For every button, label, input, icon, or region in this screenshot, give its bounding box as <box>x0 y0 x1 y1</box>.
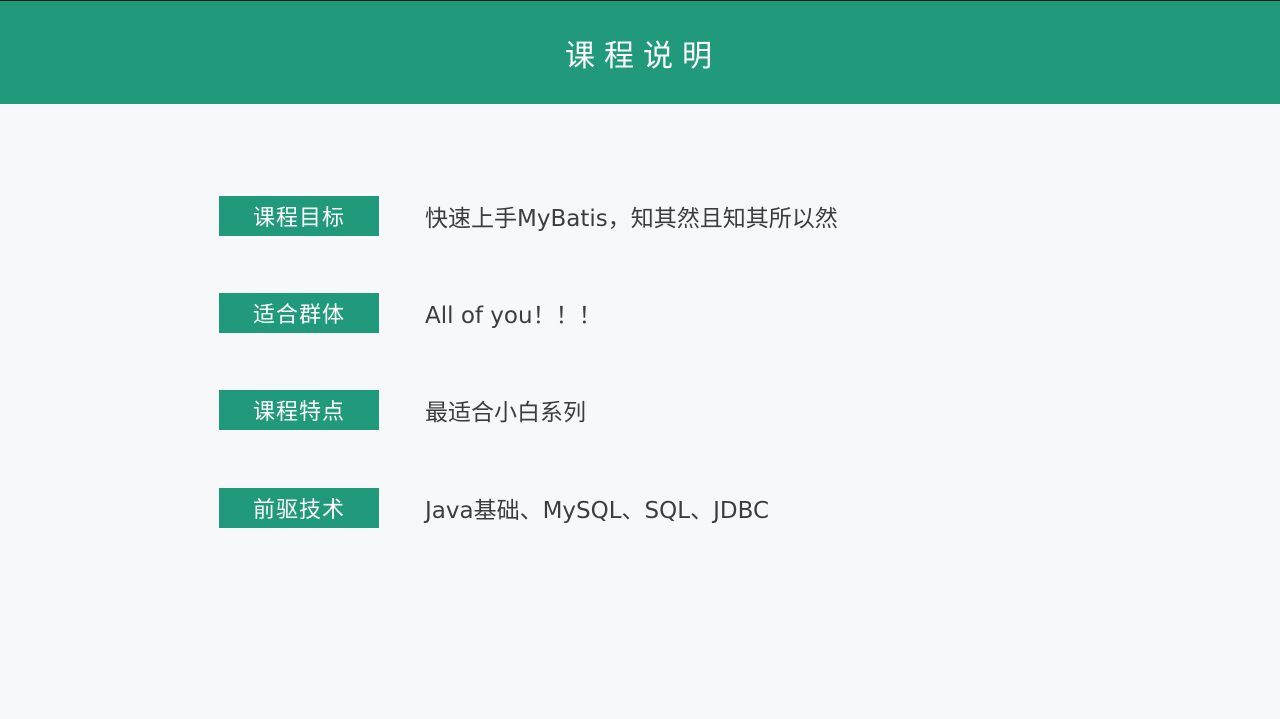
label-badge-features: 课程特点 <box>219 390 379 430</box>
slide-header: 课程说明 <box>0 1 1280 104</box>
page-title: 课程说明 <box>565 38 721 74</box>
value-text-prerequisites: Java基础、MySQL、SQL、JDBC <box>425 498 770 524</box>
value-text-features: 最适合小白系列 <box>425 400 586 426</box>
info-row-features: 课程特点 最适合小白系列 <box>219 390 586 430</box>
label-badge-audience: 适合群体 <box>219 293 379 333</box>
label-badge-goal: 课程目标 <box>219 196 379 236</box>
label-badge-prerequisites: 前驱技术 <box>219 488 379 528</box>
value-text-audience: All of you！！！ <box>425 303 602 329</box>
value-text-goal: 快速上手MyBatis，知其然且知其所以然 <box>425 206 838 232</box>
info-row-goal: 课程目标 快速上手MyBatis，知其然且知其所以然 <box>219 196 838 236</box>
info-row-prerequisites: 前驱技术 Java基础、MySQL、SQL、JDBC <box>219 488 769 528</box>
info-row-audience: 适合群体 All of you！！！ <box>219 293 602 333</box>
